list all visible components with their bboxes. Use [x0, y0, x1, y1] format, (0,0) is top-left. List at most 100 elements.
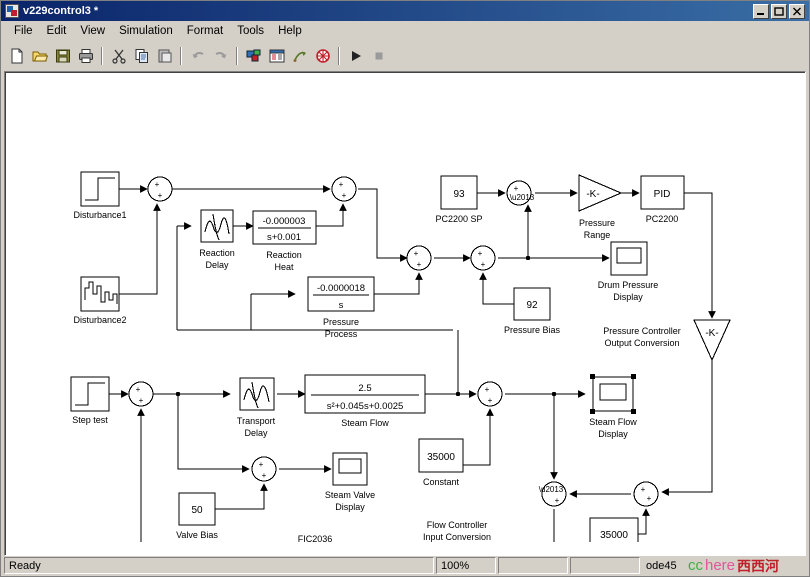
- label-pressure-range-2: Range: [584, 230, 611, 240]
- block-steam-flow-display[interactable]: [590, 374, 636, 414]
- block-drum-pressure-display[interactable]: [610, 241, 648, 276]
- paste-icon[interactable]: [153, 45, 176, 67]
- valve-bias-value: 50: [191, 505, 203, 516]
- label-pressure-output-conversion-2: Output Conversion: [604, 338, 679, 348]
- title-bar: v229control3 *: [1, 1, 809, 21]
- block-disturbance2[interactable]: [80, 276, 120, 312]
- watermark-cc: cc: [688, 557, 703, 574]
- label-flow-input-conversion-2: Input Conversion: [423, 532, 491, 542]
- zoom-level[interactable]: 100%: [436, 557, 496, 574]
- label-reaction-delay-1: Reaction: [199, 248, 235, 258]
- start-simulation-icon[interactable]: [344, 45, 367, 67]
- block-disturbance1[interactable]: [80, 171, 120, 207]
- debug-icon[interactable]: [311, 45, 334, 67]
- menu-edit[interactable]: Edit: [40, 23, 74, 39]
- menu-bar: File Edit View Simulation Format Tools H…: [1, 21, 809, 41]
- open-model-icon[interactable]: [28, 45, 51, 67]
- svg-text:+: +: [342, 191, 347, 200]
- block-pressure-output-conversion[interactable]: [693, 319, 731, 362]
- steam-flow-numerator: 2.5: [358, 383, 371, 394]
- new-model-icon[interactable]: [5, 45, 28, 67]
- close-button[interactable]: [789, 3, 805, 19]
- svg-text:+: +: [478, 249, 483, 258]
- label-constant: Constant: [423, 477, 460, 487]
- undo-icon[interactable]: [186, 45, 209, 67]
- label-valve-bias: Valve Bias: [176, 530, 218, 540]
- svg-text:+: +: [136, 385, 141, 394]
- save-model-icon[interactable]: [51, 45, 74, 67]
- label-steam-flow-display-1: Steam Flow: [589, 417, 637, 427]
- redo-icon[interactable]: [209, 45, 232, 67]
- label-pressure-process-2: Process: [325, 329, 358, 339]
- minimize-button[interactable]: [753, 3, 769, 19]
- solver-name: ode45: [646, 559, 677, 572]
- pressure-range-value: -K-: [586, 189, 599, 200]
- menu-view[interactable]: View: [73, 23, 112, 39]
- block-reaction-delay[interactable]: [200, 209, 234, 243]
- label-reaction-heat-2: Heat: [274, 262, 294, 272]
- reaction-heat-numerator: -0.000003: [263, 216, 306, 227]
- cut-icon[interactable]: [107, 45, 130, 67]
- label-pressure-range-1: Pressure: [579, 218, 615, 228]
- pc2200-pid-text: PID: [654, 189, 671, 200]
- svg-text:+: +: [139, 396, 144, 405]
- pressure-process-denominator: s: [339, 300, 344, 311]
- label-steam-valve-display-2: Display: [335, 502, 365, 512]
- block-step-test[interactable]: [70, 376, 110, 412]
- block-pressure-range[interactable]: [578, 174, 623, 212]
- label-reaction-heat-1: Reaction: [266, 250, 302, 260]
- menu-file[interactable]: File: [7, 23, 40, 39]
- library-browser-icon[interactable]: [242, 45, 265, 67]
- toolbar-separator: [338, 47, 340, 65]
- pressure-process-numerator: -0.0000018: [317, 283, 365, 294]
- label-steam-flow: Steam Flow: [341, 418, 389, 428]
- constant-value: 35000: [427, 452, 455, 463]
- menu-help[interactable]: Help: [271, 23, 309, 39]
- svg-text:+: +: [481, 260, 486, 269]
- svg-text:+: +: [262, 471, 267, 480]
- block-diagram[interactable]: ++ ++ ++ ++ +\u2013 ++ ++ ++ \u2013+ ++ …: [5, 72, 806, 542]
- print-icon[interactable]: [74, 45, 97, 67]
- simulink-model-icon: [5, 4, 19, 18]
- menu-tools[interactable]: Tools: [230, 23, 271, 39]
- label-disturbance1: Disturbance1: [73, 210, 126, 220]
- update-diagram-icon[interactable]: [288, 45, 311, 67]
- block-transport-delay[interactable]: [239, 377, 275, 411]
- svg-text:+: +: [555, 496, 560, 505]
- simulink-model-window: v229control3 * File Edit View Simulation…: [0, 0, 810, 577]
- pressure-output-conversion-value: -K-: [705, 328, 718, 339]
- maximize-button[interactable]: [771, 3, 787, 19]
- label-pressure-process-1: Pressure: [323, 317, 359, 327]
- label-steam-flow-display-2: Display: [598, 429, 628, 439]
- svg-text:+: +: [514, 184, 519, 193]
- toolbar-separator: [101, 47, 103, 65]
- svg-text:+: +: [414, 249, 419, 258]
- status-pane-4: [570, 557, 640, 574]
- status-bar: Ready 100% ode45 cc here 西西河: [1, 556, 809, 576]
- menu-simulation[interactable]: Simulation: [112, 23, 180, 39]
- label-drum-pressure-display-1: Drum Pressure: [598, 280, 659, 290]
- label-steam-valve-display-1: Steam Valve: [325, 490, 375, 500]
- steam-flow-bias-value: 35000: [600, 530, 628, 541]
- svg-text:+: +: [488, 396, 493, 405]
- svg-text:+: +: [158, 191, 163, 200]
- svg-text:\u2013: \u2013: [510, 193, 535, 202]
- svg-text:+: +: [647, 494, 652, 503]
- label-drum-pressure-display-2: Display: [613, 292, 643, 302]
- copy-icon[interactable]: [130, 45, 153, 67]
- label-disturbance2: Disturbance2: [73, 315, 126, 325]
- toolbar-separator: [180, 47, 182, 65]
- model-canvas[interactable]: + + + + + + + + + \u2013 + + + + + + \u2013 + + + …: [4, 71, 806, 556]
- label-fic2036: FIC2036: [298, 534, 333, 542]
- watermark: cc here 西西河: [688, 557, 806, 574]
- label-flow-input-conversion-1: Flow Controller: [427, 520, 488, 530]
- svg-text:+: +: [641, 485, 646, 494]
- label-transport-delay-2: Delay: [244, 428, 268, 438]
- window-title: v229control3 *: [23, 5, 99, 17]
- window-controls: [753, 3, 807, 19]
- stop-simulation-icon[interactable]: [367, 45, 390, 67]
- block-steam-valve-display[interactable]: [332, 452, 368, 486]
- model-explorer-icon[interactable]: [265, 45, 288, 67]
- label-transport-delay-1: Transport: [237, 416, 276, 426]
- menu-format[interactable]: Format: [180, 23, 230, 39]
